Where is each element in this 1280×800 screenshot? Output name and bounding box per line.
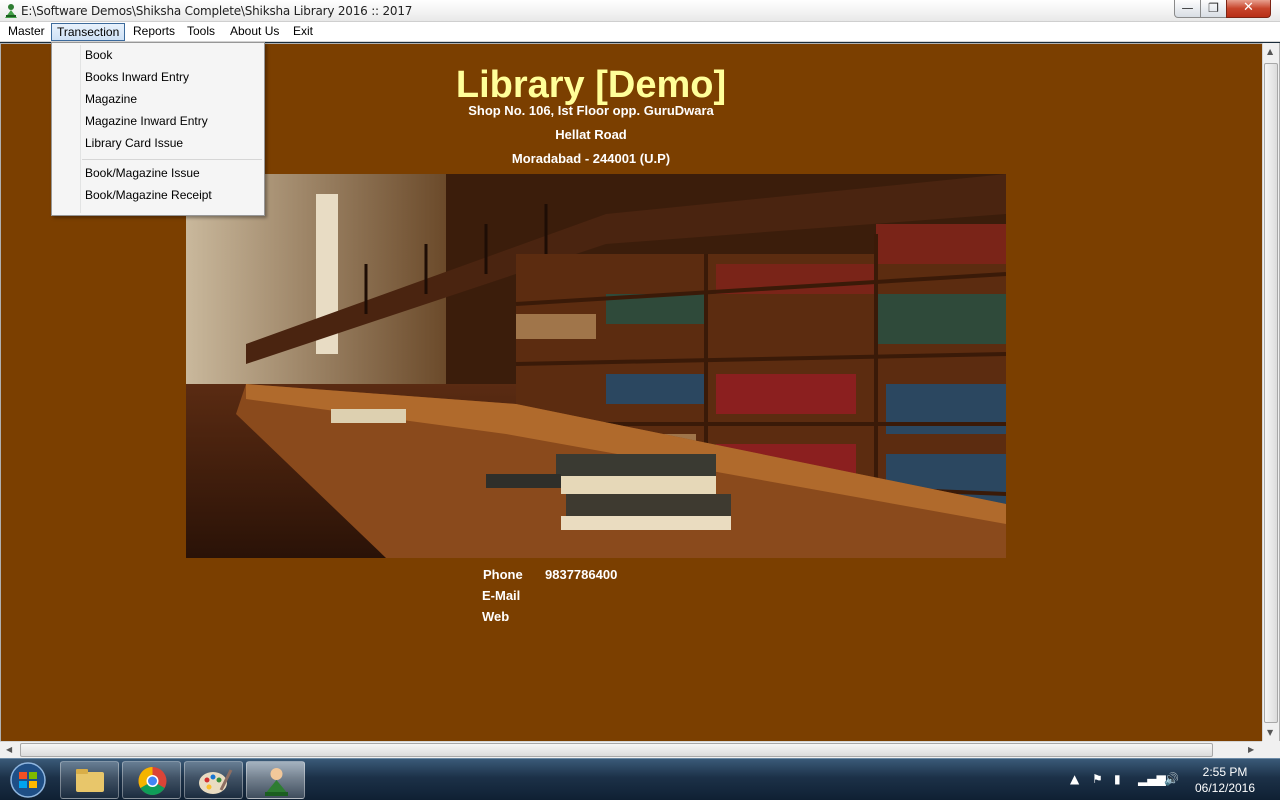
vertical-scroll-thumb[interactable] bbox=[1264, 63, 1278, 723]
taskbar-chrome[interactable] bbox=[122, 761, 181, 799]
web-label: Web bbox=[482, 609, 510, 624]
menu-item-books-inward-entry[interactable]: Books Inward Entry bbox=[85, 70, 189, 84]
phone-label: Phone bbox=[483, 567, 523, 582]
taskbar bbox=[0, 758, 1280, 800]
chrome-icon bbox=[138, 767, 167, 795]
menu-transection[interactable]: Transection bbox=[51, 23, 126, 41]
taskbar-explorer[interactable] bbox=[60, 761, 119, 799]
maximize-button[interactable]: ❐ bbox=[1200, 0, 1227, 18]
menu-separator bbox=[82, 159, 262, 160]
scroll-down-icon[interactable]: ▼ bbox=[1267, 728, 1273, 737]
system-clock[interactable]: 2:55 PM 06/12/2016 bbox=[1190, 764, 1260, 796]
title-bar: E:\Software Demos\Shiksha Complete\Shiks… bbox=[0, 0, 1280, 22]
menu-item-magazine-inward-entry[interactable]: Magazine Inward Entry bbox=[85, 114, 208, 128]
power-icon[interactable]: ▮ bbox=[1114, 772, 1121, 786]
transection-dropdown: Book Books Inward Entry Magazine Magazin… bbox=[51, 42, 265, 216]
menu-item-magazine[interactable]: Magazine bbox=[85, 92, 137, 106]
tray-expand-icon[interactable]: ▲ bbox=[1070, 772, 1079, 786]
volume-icon[interactable]: 🔊 bbox=[1164, 772, 1179, 786]
paint-icon bbox=[199, 769, 233, 794]
scroll-right-icon[interactable]: ▶ bbox=[1248, 745, 1254, 754]
library-photo bbox=[186, 174, 1006, 558]
horizontal-scroll-thumb[interactable] bbox=[20, 743, 1213, 757]
phone-value: 9837786400 bbox=[545, 567, 618, 582]
shiksha-app-icon bbox=[265, 768, 288, 796]
menu-master[interactable]: Master bbox=[3, 23, 50, 41]
taskbar-paint[interactable] bbox=[184, 761, 243, 799]
folder-icon bbox=[76, 769, 104, 792]
menu-gutter bbox=[80, 45, 81, 213]
network-icon[interactable]: ▂▄▆ bbox=[1138, 772, 1166, 786]
vertical-scrollbar[interactable]: ▲ ▼ bbox=[1262, 43, 1279, 742]
action-center-icon[interactable]: ⚑ bbox=[1092, 772, 1103, 786]
close-button[interactable]: ✕ bbox=[1226, 0, 1271, 18]
menu-item-book-magazine-receipt[interactable]: Book/Magazine Receipt bbox=[85, 188, 212, 202]
menu-item-library-card-issue[interactable]: Library Card Issue bbox=[85, 136, 183, 150]
app-icon bbox=[5, 4, 17, 18]
menu-reports[interactable]: Reports bbox=[128, 23, 180, 41]
close-icon: ✕ bbox=[1243, 0, 1254, 15]
scroll-up-icon[interactable]: ▲ bbox=[1267, 47, 1273, 56]
email-label: E-Mail bbox=[482, 588, 521, 603]
menu-about-us[interactable]: About Us bbox=[225, 23, 284, 41]
menu-exit[interactable]: Exit bbox=[288, 23, 318, 41]
menu-item-book[interactable]: Book bbox=[85, 48, 112, 62]
minimize-icon: — bbox=[1181, 1, 1194, 15]
restore-icon: ❐ bbox=[1208, 1, 1219, 15]
menu-bar: Master Transection Reports Tools About U… bbox=[0, 22, 1280, 42]
clock-date: 06/12/2016 bbox=[1194, 781, 1256, 795]
scroll-corner bbox=[1262, 741, 1280, 758]
start-button-icon[interactable] bbox=[3, 761, 53, 799]
scroll-left-icon[interactable]: ◀ bbox=[6, 745, 12, 754]
horizontal-scrollbar[interactable]: ◀ ▶ bbox=[0, 741, 1262, 758]
taskbar-shiksha-library[interactable] bbox=[246, 761, 305, 799]
menu-tools[interactable]: Tools bbox=[182, 23, 220, 41]
menu-item-book-magazine-issue[interactable]: Book/Magazine Issue bbox=[85, 166, 200, 180]
clock-time: 2:55 PM bbox=[1202, 765, 1248, 779]
minimize-button[interactable]: — bbox=[1174, 0, 1201, 18]
window-title: E:\Software Demos\Shiksha Complete\Shiks… bbox=[21, 4, 413, 18]
